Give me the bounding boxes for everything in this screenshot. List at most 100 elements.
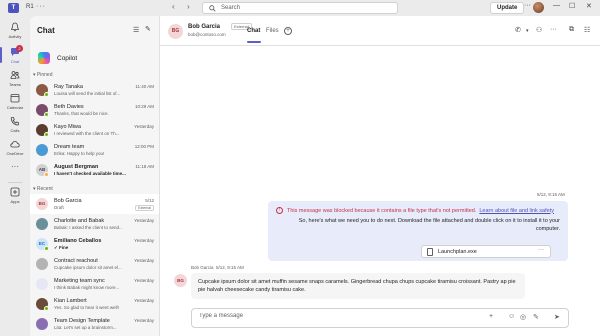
forward-arrow-icon[interactable]: › (187, 2, 190, 11)
conversation-header: BG Bob Garcia External bob@contoso.com C… (160, 16, 600, 46)
user-avatar[interactable] (533, 2, 544, 13)
minimize-icon[interactable]: — (553, 2, 560, 9)
rail-apps[interactable]: Apps (0, 187, 30, 204)
rail-teams[interactable]: Teams (0, 70, 30, 87)
rail-chat[interactable]: 2 Chat (0, 45, 30, 64)
chat-name: Kayo Miwa (54, 124, 81, 130)
teams-logo-icon: T (8, 3, 19, 13)
presence-status-icon (44, 306, 49, 311)
presence-status-icon (44, 112, 49, 117)
rail-onedrive[interactable]: OneDrive (0, 139, 30, 156)
outgoing-timestamp: 5/12, 9:15 AM (537, 192, 565, 197)
update-button[interactable]: Update (490, 2, 525, 14)
file-icon (427, 247, 433, 256)
avatar: BG (36, 198, 48, 210)
sticker-icon[interactable]: ◎ (520, 313, 526, 321)
chat-list-item[interactable]: Ray Tanaka Louisa will send the initial l… (30, 80, 159, 100)
chat-time: 10:29 AM (134, 104, 154, 109)
org-label: R1 (26, 4, 34, 10)
more-icon[interactable]: ··· (36, 3, 46, 10)
file-safety-link[interactable]: Learn about file and link safety (479, 208, 554, 214)
avatar (36, 218, 48, 230)
chat-list-item[interactable]: BG Bob Garcia Draft 5/12 External (30, 194, 159, 214)
chat-time: Yesterday (134, 278, 154, 283)
file-attachment[interactable]: Launchplan.exe ··· (421, 245, 551, 258)
avatar (36, 318, 48, 330)
chat-list-item[interactable]: Team Design Template Lita: Let's set up a… (30, 314, 159, 334)
conversation-pane: BG Bob Garcia External bob@contoso.com C… (160, 16, 600, 336)
outgoing-message[interactable]: ! This message was blocked because it co… (268, 201, 568, 261)
app-rail: Activity 2 Chat Teams Calendar Calls One… (0, 16, 30, 336)
chat-preview: Yes. So glad to hear it went well! (54, 305, 119, 310)
incoming-timestamp: 5/12, 9:15 AM (216, 265, 244, 270)
new-chat-icon[interactable]: ✎ (145, 25, 151, 33)
chat-preview: I haven't checked available time... (54, 171, 126, 176)
active-tab-underline (247, 41, 261, 43)
avatar (36, 144, 48, 156)
chat-list-item[interactable]: AB August Bergman I haven't checked availa… (30, 160, 159, 180)
tab-chat[interactable]: Chat (247, 28, 260, 34)
attach-icon[interactable]: + (489, 313, 493, 320)
chat-preview: Draft (54, 205, 64, 210)
pinned-section-header[interactable]: ▾ Pinned (33, 72, 52, 78)
title-bar: T R1 ··· ‹ › Search Update ··· — ☐ ✕ (0, 0, 600, 16)
chat-list-item[interactable]: Marketing team sync I think Babak might k… (30, 274, 159, 294)
rail-activity[interactable]: Activity (0, 22, 30, 39)
message-input[interactable] (199, 313, 449, 319)
add-people-icon[interactable]: ⚇ (536, 26, 542, 34)
chat-time: Yesterday (134, 124, 154, 129)
chat-name: Contract reachout (54, 258, 98, 264)
back-arrow-icon[interactable]: ‹ (172, 2, 175, 11)
add-tab-icon[interactable]: + (284, 27, 292, 35)
file-name: Launchplan.exe (438, 248, 477, 255)
close-icon[interactable]: ✕ (586, 2, 592, 10)
chat-list-item[interactable]: Contract reachout Cupcake ipsum dolor sit… (30, 254, 159, 274)
emoji-icon[interactable]: ☺ (508, 313, 515, 320)
chat-list-title: Chat (37, 26, 55, 35)
chat-preview: Louisa will send the initial list of... (54, 91, 121, 96)
format-icon[interactable]: ✎ (533, 313, 539, 321)
rail-onedrive-label: OneDrive (6, 151, 24, 156)
contact-avatar[interactable]: BG (168, 24, 183, 39)
teams-icon (10, 71, 20, 79)
rail-apps-label: Apps (10, 199, 20, 204)
send-icon[interactable]: ➤ (554, 313, 560, 321)
chat-name: Ray Tanaka (54, 84, 83, 90)
chat-list-item[interactable]: Beth Davies Thanks, that would be nice. 10… (30, 100, 159, 120)
chat-preview: Cupcake ipsum dolor sit amet el... (54, 265, 122, 270)
chat-list-item[interactable]: EC Emiliano Ceballos ✓ Fine Yesterday (30, 234, 159, 254)
maximize-icon[interactable]: ☐ (569, 2, 575, 10)
sender-avatar[interactable]: BG (174, 274, 187, 287)
popout-icon[interactable]: ⧉ (569, 26, 574, 34)
copilot-item[interactable]: Copilot (30, 48, 159, 68)
avatar (36, 278, 48, 290)
call-icon[interactable]: ✆ (515, 26, 521, 34)
tab-files[interactable]: Files (266, 28, 279, 34)
contact-name[interactable]: Bob Garcia (188, 24, 220, 30)
chat-list-item[interactable]: Kian Lambert Yes. So glad to hear it went… (30, 294, 159, 314)
call-dropdown-chevron-icon[interactable]: ▾ (526, 28, 529, 34)
rail-calendar[interactable]: Calendar (0, 93, 30, 110)
chat-list-item[interactable]: Dream team Erika: Happy to help you! 12:00… (30, 140, 159, 160)
outgoing-message-body: So, here's what we need you to do next. … (298, 218, 560, 232)
chat-list-item[interactable]: Kayo Miwa I reviewed with the client on T… (30, 120, 159, 140)
filter-icon[interactable]: ☰ (133, 26, 139, 34)
chat-time: Yesterday (134, 318, 154, 323)
rail-more[interactable]: ··· (0, 162, 30, 171)
apps-icon (10, 187, 20, 197)
chat-name: Charlotte and Babak (54, 218, 105, 224)
participants-icon[interactable]: ☷ (584, 26, 590, 34)
settings-more-icon[interactable]: ··· (524, 2, 531, 9)
chat-time: Yesterday (134, 238, 154, 243)
rail-teams-label: Teams (9, 82, 21, 87)
presence-status-icon (44, 172, 49, 177)
rail-calls[interactable]: Calls (0, 116, 30, 133)
search-placeholder: Search (221, 5, 241, 11)
search-bar[interactable]: Search (202, 2, 398, 14)
file-more-icon[interactable]: ··· (538, 247, 544, 253)
recent-section-header[interactable]: ▾ Recent (33, 186, 53, 192)
header-more-icon[interactable]: ··· (550, 26, 557, 33)
chat-preview: ✓ Fine (54, 245, 69, 250)
chat-list-item[interactable]: Charlotte and Babak Babak: I asked the cl… (30, 214, 159, 234)
incoming-message[interactable]: Cupcake ipsum dolor sit amet muffin sesa… (191, 273, 525, 299)
